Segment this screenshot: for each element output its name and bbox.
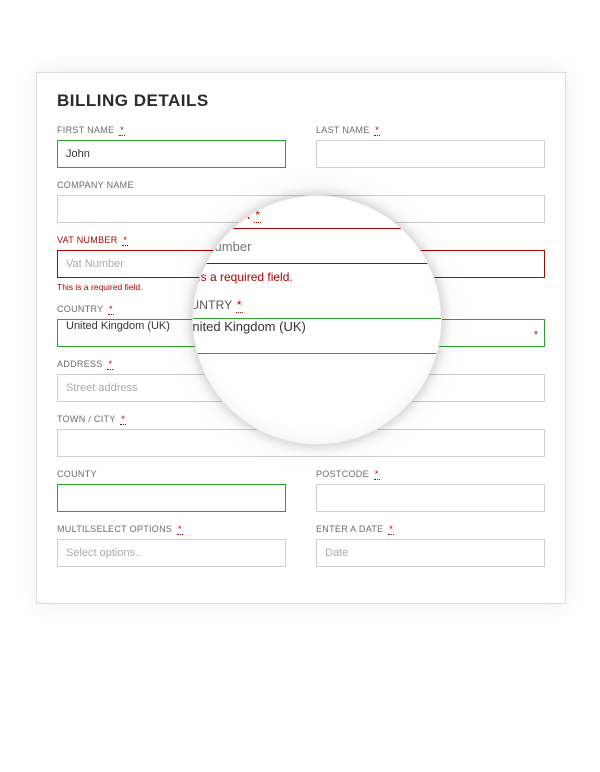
mag-vat-number-error: This is a required field. [192,270,442,284]
multiselect-label: MULTILSELECT OPTIONS * [57,524,286,534]
company-name-label: COMPANY NAME [57,180,545,190]
first-name-input[interactable] [57,140,286,168]
date-input[interactable] [316,539,545,567]
mag-country-select-value: United Kingdom (UK) [192,319,306,334]
date-label: ENTER A DATE * [316,524,545,534]
postcode-label: POSTCODE * [316,469,545,479]
multiselect-input[interactable] [57,539,286,567]
mag-vat-number-input[interactable] [192,228,442,264]
county-input[interactable] [57,484,286,512]
mag-vat-number-label: VAT NUMBER * [192,208,442,222]
first-name-label: FIRST NAME * [57,125,286,135]
mag-country-label: COUNTRY * [192,298,442,312]
postcode-input[interactable] [316,484,545,512]
country-select-value: United Kingdom (UK) [66,320,170,332]
last-name-input[interactable] [316,140,545,168]
mag-country-select[interactable]: United Kingdom (UK) [192,318,442,354]
county-label: COUNTY [57,469,286,479]
last-name-label: LAST NAME * [316,125,545,135]
magnifier-lens: PANY NAME VAT NUMBER * This is a require… [192,195,442,445]
section-title: BILLING DETAILS [57,91,545,111]
chevron-down-icon: ▾ [534,329,538,338]
